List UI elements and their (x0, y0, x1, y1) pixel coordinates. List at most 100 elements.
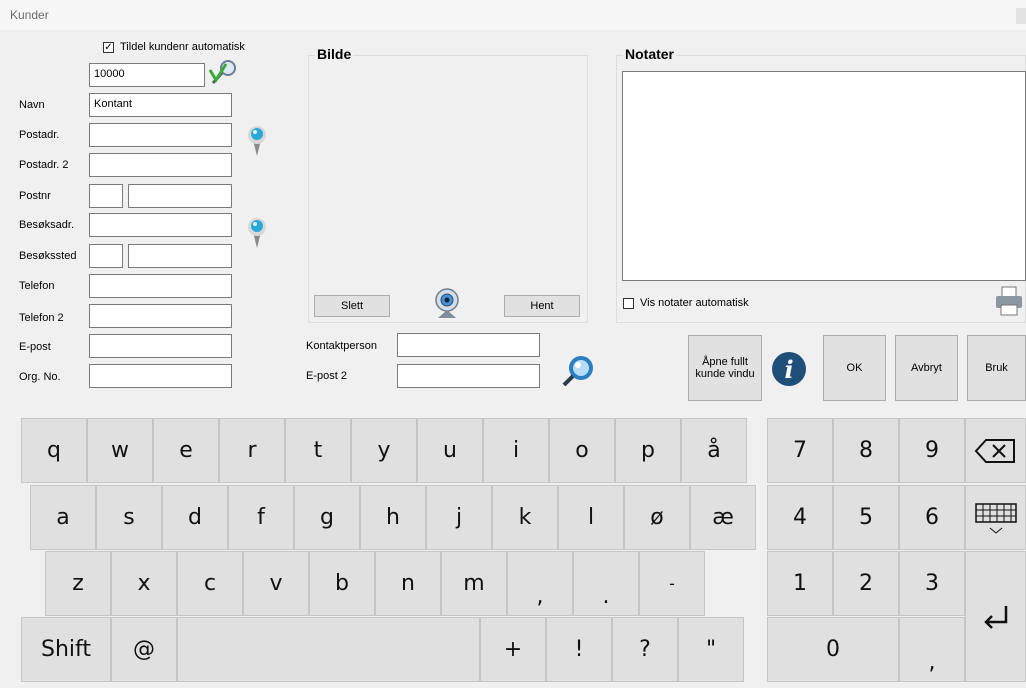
postal-address-2-label: Postadr. 2 (19, 159, 69, 171)
webcam-icon[interactable] (432, 287, 462, 319)
key[interactable]: t (285, 418, 351, 483)
key[interactable]: c (177, 551, 243, 616)
search-contact-icon[interactable] (561, 353, 597, 389)
key[interactable]: m (441, 551, 507, 616)
ok-button[interactable]: OK (823, 335, 886, 401)
phone-2-field[interactable] (89, 304, 232, 328)
email-2-label: E-post 2 (306, 370, 347, 382)
numpad-key[interactable]: 7 (767, 418, 833, 483)
visit-place-label: Besøkssted (19, 250, 77, 262)
show-notes-checkbox[interactable] (623, 298, 634, 309)
key[interactable]: å (681, 418, 747, 483)
map-pin-icon[interactable] (245, 122, 269, 158)
key[interactable]: j (426, 485, 492, 550)
numpad-key[interactable]: 6 (899, 485, 965, 550)
map-pin-icon[interactable] (245, 214, 269, 250)
postal-address-2-field[interactable] (89, 153, 232, 177)
numpad-key[interactable]: 5 (833, 485, 899, 550)
comma-key[interactable]: , (899, 617, 965, 682)
key[interactable]: v (243, 551, 309, 616)
keyboard-icon (974, 502, 1017, 534)
key[interactable]: - (639, 551, 705, 616)
cancel-button[interactable]: Avbryt (895, 335, 958, 401)
at-key[interactable]: @ (111, 617, 177, 682)
key[interactable]: ! (546, 617, 612, 682)
key[interactable]: r (219, 418, 285, 483)
picture-group-title: Bilde (315, 46, 354, 62)
hide-keyboard-key[interactable] (965, 485, 1026, 550)
key[interactable]: f (228, 485, 294, 550)
key[interactable]: b (309, 551, 375, 616)
key[interactable]: i (483, 418, 549, 483)
key[interactable]: . (573, 551, 639, 616)
auto-number-label: Tildel kundenr automatisk (120, 41, 245, 53)
visit-postcode-field[interactable] (89, 244, 123, 268)
info-icon[interactable]: i (771, 351, 807, 387)
numpad-key[interactable]: 8 (833, 418, 899, 483)
key[interactable]: , (507, 551, 573, 616)
key[interactable]: æ (690, 485, 756, 550)
key[interactable]: ø (624, 485, 690, 550)
picture-group (308, 55, 588, 323)
postal-address-label: Postadr. (19, 129, 60, 141)
open-full-customer-button[interactable]: Åpne fullt kunde vindu (688, 335, 762, 401)
visit-address-label: Besøksadr. (19, 219, 75, 231)
visit-address-field[interactable] (89, 213, 232, 237)
fetch-picture-button[interactable]: Hent (504, 295, 580, 317)
svg-text:i: i (784, 355, 793, 384)
email-2-field[interactable] (397, 364, 540, 388)
print-icon[interactable] (994, 285, 1024, 317)
key[interactable]: z (45, 551, 111, 616)
key[interactable]: n (375, 551, 441, 616)
key[interactable]: s (96, 485, 162, 550)
key[interactable]: e (153, 418, 219, 483)
numpad-key[interactable]: 3 (899, 551, 965, 616)
phone-field[interactable] (89, 274, 232, 298)
enter-icon (983, 605, 1007, 629)
zero-key[interactable]: 0 (767, 617, 899, 682)
backspace-key[interactable] (965, 418, 1026, 483)
notes-textarea[interactable] (622, 71, 1026, 281)
space-key[interactable] (177, 617, 480, 682)
window-control[interactable] (1016, 8, 1026, 24)
key[interactable]: + (480, 617, 546, 682)
key[interactable]: h (360, 485, 426, 550)
key[interactable]: y (351, 418, 417, 483)
name-field[interactable]: Kontant (89, 93, 232, 117)
apply-button[interactable]: Bruk (967, 335, 1026, 401)
customer-number-field[interactable]: 10000 (89, 63, 205, 87)
key[interactable]: p (615, 418, 681, 483)
show-notes-label: Vis notater automatisk (640, 297, 749, 309)
numpad-key[interactable]: 1 (767, 551, 833, 616)
key[interactable]: ? (612, 617, 678, 682)
key[interactable]: u (417, 418, 483, 483)
notes-group-title: Notater (623, 46, 677, 62)
key[interactable]: o (549, 418, 615, 483)
numpad-key[interactable]: 4 (767, 485, 833, 550)
postal-address-field[interactable] (89, 123, 232, 147)
key[interactable]: x (111, 551, 177, 616)
search-customer-icon[interactable] (206, 58, 242, 88)
key[interactable]: k (492, 485, 558, 550)
key[interactable]: d (162, 485, 228, 550)
shift-key[interactable]: Shift (21, 617, 111, 682)
key[interactable]: g (294, 485, 360, 550)
key[interactable]: q (21, 418, 87, 483)
visit-place-field[interactable] (128, 244, 232, 268)
contact-person-field[interactable] (397, 333, 540, 357)
key[interactable]: w (87, 418, 153, 483)
delete-picture-button[interactable]: Slett (314, 295, 390, 317)
contact-person-label: Kontaktperson (306, 340, 377, 352)
numpad-key[interactable]: 9 (899, 418, 965, 483)
numpad-key[interactable]: 2 (833, 551, 899, 616)
postcode-field[interactable] (89, 184, 123, 208)
key[interactable]: " (678, 617, 744, 682)
email-field[interactable] (89, 334, 232, 358)
phone-label: Telefon (19, 280, 55, 292)
org-no-field[interactable] (89, 364, 232, 388)
key[interactable]: a (30, 485, 96, 550)
postal-place-field[interactable] (128, 184, 232, 208)
auto-number-checkbox[interactable]: ✓ (103, 42, 114, 53)
key[interactable]: l (558, 485, 624, 550)
enter-key[interactable] (965, 551, 1026, 682)
